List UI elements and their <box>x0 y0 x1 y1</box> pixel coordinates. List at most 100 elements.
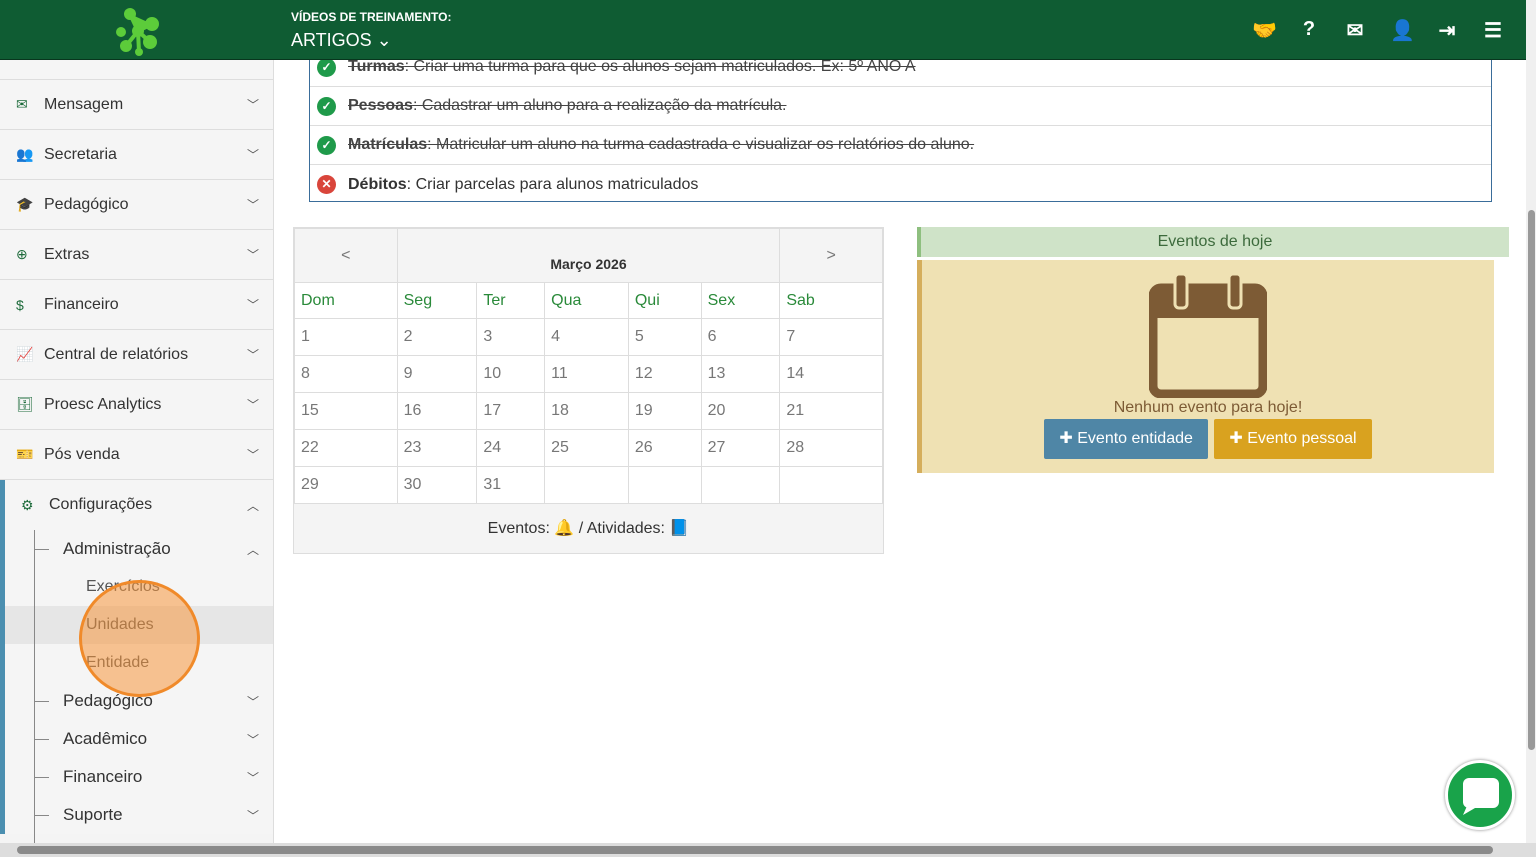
calendar-day[interactable]: 10 <box>476 355 546 393</box>
sidebar-item-academico[interactable]: Acadêmico ﹀ <box>5 720 273 758</box>
articles-dropdown[interactable]: ARTIGOS ⌄ <box>291 30 392 51</box>
calendar-day[interactable]: 3 <box>476 318 546 356</box>
vertical-scrollbar[interactable] <box>1526 0 1536 843</box>
calendar-day[interactable] <box>700 466 781 504</box>
menu-item-icon: 🎓 <box>16 196 34 212</box>
calendar-day[interactable]: 5 <box>627 318 702 356</box>
handshake-icon[interactable]: 🤝 <box>1252 18 1277 43</box>
calendar-day[interactable]: 15 <box>294 392 398 430</box>
sidebar-item-partial[interactable] <box>0 60 273 80</box>
checklist-item: ✓ Pessoas: Cadastrar um aluno para a real… <box>310 87 1491 126</box>
sidebar: ✉ Mensagem ﹀ 👥 Secretaria ﹀ 🎓 Pedagógico ﹀ ⊕ Extra… <box>0 60 274 843</box>
calendar-day[interactable]: 25 <box>544 429 629 467</box>
sidebar-item[interactable]: 👥 Secretaria ﹀ <box>0 130 273 180</box>
calendar-day[interactable]: 21 <box>779 392 883 430</box>
menu-item-icon: ⊕ <box>16 246 28 262</box>
add-entity-event-button[interactable]: ✚ Evento entidade <box>1044 419 1208 459</box>
calendar-day[interactable]: 2 <box>396 318 478 356</box>
label: Suporte <box>63 805 123 824</box>
envelope-icon[interactable]: ✉ <box>1344 18 1366 43</box>
task-title: Turmas <box>348 58 405 75</box>
label: Mensagem <box>44 95 124 113</box>
sidebar-item[interactable]: 🎓 Pedagógico ﹀ <box>0 180 273 230</box>
scroll-thumb[interactable] <box>1528 210 1535 750</box>
menu-item-icon: ✉ <box>16 96 28 112</box>
prev-month-button[interactable]: < <box>294 228 398 283</box>
calendar-day[interactable]: 28 <box>779 429 883 467</box>
tree-line <box>34 530 35 843</box>
calendar-day[interactable]: 4 <box>544 318 629 356</box>
calendar-day[interactable]: 17 <box>476 392 546 430</box>
logo[interactable] <box>112 6 164 56</box>
sidebar-item-financeiro-sub[interactable]: Financeiro ﹀ <box>5 758 273 796</box>
calendar-day[interactable]: 31 <box>476 466 546 504</box>
calendar-day[interactable]: 26 <box>627 429 702 467</box>
calendar-day[interactable]: 8 <box>294 355 398 393</box>
calendar-day[interactable]: 11 <box>544 355 629 393</box>
calendar-day[interactable]: 30 <box>396 466 478 504</box>
label: Extras <box>44 245 90 263</box>
chat-button[interactable] <box>1445 760 1515 830</box>
calendar-day[interactable]: 14 <box>779 355 883 393</box>
click-highlight <box>79 580 200 697</box>
question-icon[interactable]: ? <box>1298 18 1320 43</box>
chevron-down-icon: ﹀ <box>246 808 259 823</box>
chat-icon <box>1463 778 1499 815</box>
add-personal-event-button[interactable]: ✚ Evento pessoal <box>1214 419 1372 459</box>
calendar-day[interactable]: 23 <box>396 429 478 467</box>
chevron-down-icon: ﹀ <box>246 448 259 462</box>
weekday-header: Qui <box>627 282 702 319</box>
check-circle-icon: ✓ <box>317 96 336 116</box>
sidebar-item[interactable]: 🗄 Proesc Analytics ﹀ <box>0 380 273 430</box>
logout-icon[interactable]: ⇥ <box>1436 18 1458 43</box>
calendar-day[interactable]: 7 <box>779 318 883 356</box>
today-events-title: Eventos de hoje <box>917 227 1509 257</box>
next-month-button[interactable]: > <box>779 228 883 283</box>
calendar-day[interactable]: 16 <box>396 392 478 430</box>
weekday-header: Qua <box>544 282 629 319</box>
horizontal-scrollbar[interactable] <box>0 843 1536 857</box>
calendar-day[interactable]: 19 <box>627 392 702 430</box>
calendar-day[interactable] <box>779 466 883 504</box>
calendar-day[interactable]: 22 <box>294 429 398 467</box>
sidebar-item[interactable]: ✉ Mensagem ﹀ <box>0 80 273 130</box>
sidebar-item[interactable]: ⊕ Extras ﹀ <box>0 230 273 280</box>
task-desc: : Matricular um aluno na turma cadastrad… <box>427 136 975 153</box>
sidebar-item-configuracoes[interactable]: ⚙ Configurações ︿ <box>5 480 273 530</box>
calendar-day[interactable]: 18 <box>544 392 629 430</box>
sidebar-item-suporte[interactable]: Suporte ﹀ <box>5 796 273 834</box>
task-desc: : Cadastrar um aluno para a realização d… <box>412 97 787 114</box>
menu-item-icon: $ <box>16 296 24 313</box>
chevron-down-icon: ﹀ <box>246 248 259 262</box>
chevron-down-icon: ﹀ <box>246 732 259 747</box>
sidebar-item[interactable]: 🎫 Pós venda ﹀ <box>0 430 273 480</box>
calendar-day[interactable]: 20 <box>700 392 781 430</box>
sidebar-item[interactable]: $ Financeiro ﹀ <box>0 280 273 330</box>
scroll-thumb[interactable] <box>17 846 1493 854</box>
user-icon[interactable]: 👤 <box>1390 18 1415 43</box>
calendar-day[interactable]: 1 <box>294 318 398 356</box>
sidebar-item[interactable]: 📈 Central de relatórios ﹀ <box>0 330 273 380</box>
label: Pós venda <box>44 445 120 463</box>
label: Proesc Analytics <box>44 395 162 413</box>
chevron-down-icon: ﹀ <box>246 348 259 362</box>
task-title: Pessoas <box>348 97 413 114</box>
calendar-day[interactable]: 24 <box>476 429 546 467</box>
chevron-down-icon: ﹀ <box>246 770 259 785</box>
menu-icon[interactable]: ☰ <box>1482 18 1504 43</box>
chevron-down-icon: ﹀ <box>246 298 259 312</box>
sidebar-item-administracao[interactable]: Administração ︿ <box>5 530 273 568</box>
check-circle-icon: ✓ <box>317 57 336 77</box>
chevron-down-icon: ﹀ <box>246 398 259 412</box>
calendar-day[interactable]: 29 <box>294 466 398 504</box>
calendar-day[interactable] <box>544 466 629 504</box>
calendar-day[interactable]: 6 <box>700 318 781 356</box>
calendar-day[interactable]: 12 <box>627 355 702 393</box>
calendar-day[interactable]: 27 <box>700 429 781 467</box>
calendar-day[interactable] <box>627 466 702 504</box>
weekday-header: Sab <box>779 282 883 319</box>
calendar-day[interactable]: 9 <box>396 355 478 393</box>
task-desc: : Criar parcelas para alunos matriculado… <box>406 175 699 193</box>
calendar-day[interactable]: 13 <box>700 355 781 393</box>
weekday-header: Ter <box>476 282 546 319</box>
